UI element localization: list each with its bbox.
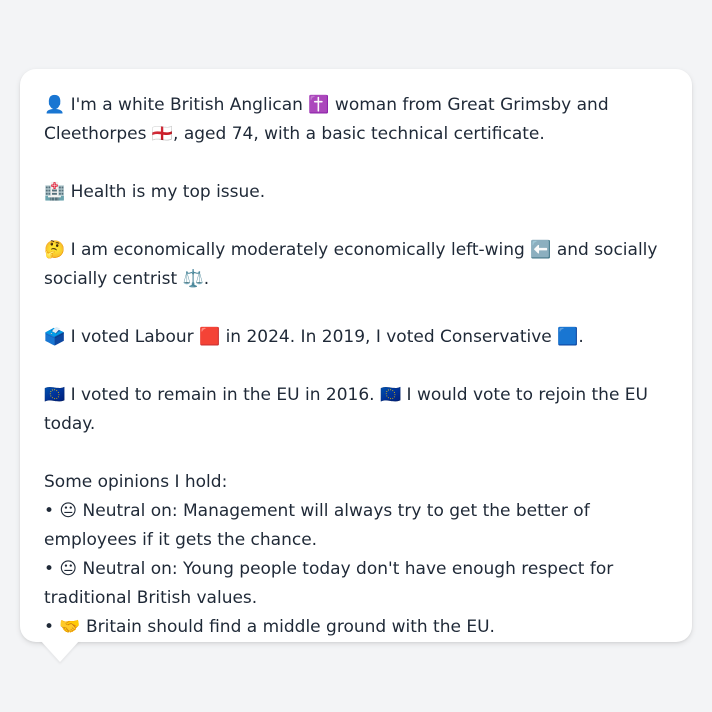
chat-message-bubble: 👤 I'm a white British Anglican ✝️ woman …	[20, 69, 692, 642]
opinion-item: • 🤝 Britain should find a middle ground …	[44, 617, 495, 637]
intro-text: 👤 I'm a white British Anglican ✝️ woman …	[44, 95, 609, 144]
opinion-item: • 😐 Neutral on: Young people today don't…	[44, 559, 614, 608]
health-text: 🏥 Health is my top issue.	[44, 182, 266, 202]
vote-text: 🗳️ I voted Labour 🟥 in 2024. In 2019, I …	[44, 327, 584, 347]
opinions-heading: Some opinions I hold:	[44, 472, 228, 492]
bubble-tail	[40, 640, 80, 662]
economics-text: 🤔 I am economically moderately economica…	[44, 240, 658, 289]
eu-text: 🇪🇺 I voted to remain in the EU in 2016. …	[44, 385, 648, 434]
opinion-item: • 😐 Neutral on: Management will always t…	[44, 501, 590, 550]
